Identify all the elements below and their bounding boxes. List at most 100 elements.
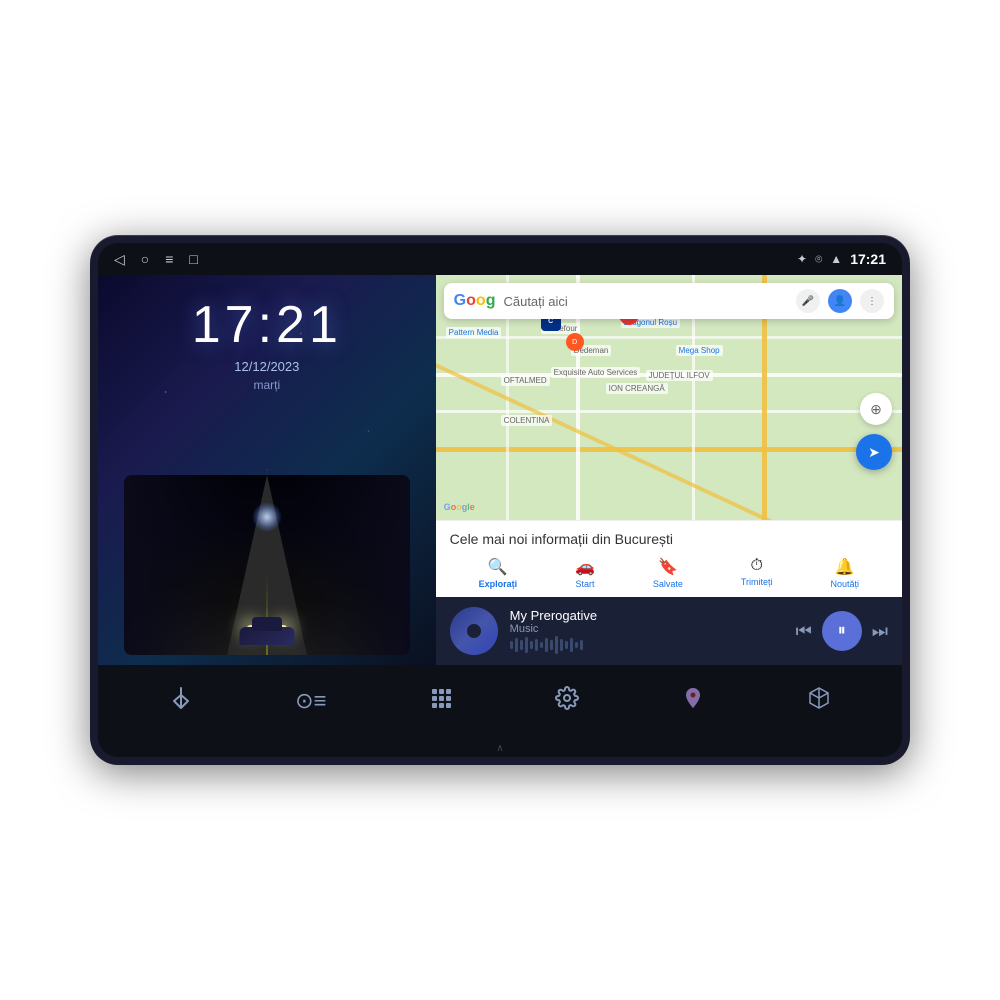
wave-bar-8 — [545, 638, 548, 652]
map-label-mega: Mega Shop — [676, 345, 723, 356]
music-subtitle: Music — [510, 623, 784, 635]
next-button[interactable]: ⏭ — [872, 621, 888, 642]
pause-icon: ⏸ — [838, 622, 846, 640]
bottom-dock: ⊙≡ — [98, 665, 902, 737]
map-info-title: Cele mai noi informații din București — [450, 531, 888, 547]
dock-cube[interactable] — [795, 678, 843, 725]
map-label-oftalmed: OFTALMED — [501, 375, 550, 386]
wave-bar-15 — [580, 640, 583, 650]
prev-button[interactable]: ⏮ — [796, 621, 812, 642]
music-controls: ⏮ ⏸ ⏭ — [796, 611, 888, 651]
apps-grid-icon — [429, 686, 453, 717]
lock-day: marți — [254, 378, 281, 392]
device-screen: ◁ ○ ≡ □ ✦ ⌾ ▲ 17:21 17:21 12/12/2023 mar… — [98, 243, 902, 757]
radio-icon: ⊙≡ — [295, 688, 326, 714]
wave-bar-6 — [535, 639, 538, 651]
wave-bar-12 — [565, 641, 568, 649]
map-search-bar[interactable]: Goog Căutați aici 🎤 👤 ⋮ — [444, 283, 894, 319]
dock-maps[interactable] — [669, 678, 717, 725]
search-input[interactable]: Căutați aici — [503, 294, 788, 309]
chevron-up-icon: ∧ — [496, 743, 503, 754]
tab-explorați[interactable]: 🔍 Explorați — [473, 555, 524, 591]
lock-screen-content: 17:21 12/12/2023 marți — [108, 295, 426, 655]
wave-bar-2 — [515, 638, 518, 652]
map-label-judet: JUDEȚUL ILFOV — [646, 370, 713, 381]
wave-bar-1 — [510, 641, 513, 649]
share-icon: ⏱ — [750, 557, 762, 575]
dock-chevron: ∧ — [98, 737, 902, 757]
home-button[interactable]: ○ — [141, 251, 149, 267]
music-waveform — [510, 635, 784, 655]
map-tabs: 🔍 Explorați 🚗 Start 🔖 Salvate ⏱ — [450, 555, 888, 591]
wave-bar-10 — [555, 636, 558, 654]
dock-settings[interactable] — [543, 678, 591, 725]
saved-icon: 🔖 — [658, 557, 678, 577]
tab-start[interactable]: 🚗 Start — [569, 555, 601, 591]
start-icon: 🚗 — [575, 557, 595, 577]
tab-noutăți-label: Noutăți — [830, 579, 859, 589]
wave-bar-4 — [525, 637, 528, 653]
dock-radio[interactable]: ⊙≡ — [283, 680, 338, 722]
nav-buttons: ◁ ○ ≡ □ — [114, 251, 198, 268]
cube-icon — [807, 686, 831, 717]
lock-screen-panel: 17:21 12/12/2023 marți — [98, 275, 436, 665]
dock-apps[interactable] — [417, 678, 465, 725]
back-button[interactable]: ◁ — [114, 251, 125, 268]
status-icons: ✦ ⌾ ▲ 17:21 — [797, 251, 886, 267]
screenshot-button[interactable]: □ — [189, 251, 197, 267]
tunnel-image — [124, 475, 410, 655]
google-maps-logo: Goog — [454, 292, 496, 310]
google-logo: Google — [444, 502, 475, 512]
wave-bar-11 — [560, 639, 563, 651]
wave-bar-5 — [530, 641, 533, 649]
dock-bluetooth[interactable] — [157, 678, 205, 725]
music-info: My Prerogative Music — [510, 608, 784, 655]
status-bar: ◁ ○ ≡ □ ✦ ⌾ ▲ 17:21 — [98, 243, 902, 275]
search-action-icons: 🎤 👤 ⋮ — [796, 289, 884, 313]
wave-bar-13 — [570, 638, 573, 652]
map-label-colentina: COLENTINA — [501, 415, 553, 426]
account-icon[interactable]: 👤 — [828, 289, 852, 313]
wave-bar-9 — [550, 640, 553, 650]
news-icon: 🔔 — [835, 557, 855, 577]
map-navigate-button[interactable]: ➤ — [856, 434, 892, 470]
play-pause-button[interactable]: ⏸ — [822, 611, 862, 651]
map-label-ion: ION CREANGĂ — [606, 383, 668, 394]
tab-salvate[interactable]: 🔖 Salvate — [647, 555, 689, 591]
maps-pin-icon — [681, 686, 705, 717]
map-area[interactable]: Pattern Media Carrefour Dragonul Roșu Me… — [436, 275, 902, 520]
map-label-pattern: Pattern Media — [446, 327, 502, 338]
tab-noutăți[interactable]: 🔔 Noutăți — [824, 555, 865, 591]
wave-bar-7 — [540, 642, 543, 648]
main-content: 17:21 12/12/2023 marți — [98, 275, 902, 665]
tab-trimiteți[interactable]: ⏱ Trimiteți — [735, 555, 779, 591]
explore-icon: 🔍 — [488, 557, 508, 577]
status-time: 17:21 — [850, 251, 886, 267]
tab-start-label: Start — [576, 579, 595, 589]
wave-bar-14 — [575, 642, 578, 648]
map-label-exquisite: Exquisite Auto Services — [551, 367, 641, 378]
tab-salvate-label: Salvate — [653, 579, 683, 589]
device-frame: ◁ ○ ≡ □ ✦ ⌾ ▲ 17:21 17:21 12/12/2023 mar… — [90, 235, 910, 765]
microphone-icon[interactable]: 🎤 — [796, 289, 820, 313]
grid-icon[interactable]: ⋮ — [860, 289, 884, 313]
signal-icon: ▲ — [830, 252, 842, 266]
lock-time: 17:21 — [192, 295, 342, 355]
menu-button[interactable]: ≡ — [165, 251, 173, 267]
crosshair-icon: ⊕ — [870, 401, 882, 418]
music-player: My Prerogative Music — [436, 597, 902, 665]
wifi-icon: ⌾ — [815, 252, 822, 267]
wave-bar-3 — [520, 640, 523, 650]
right-panel: Pattern Media Carrefour Dragonul Roșu Me… — [436, 275, 902, 665]
bluetooth-icon — [169, 686, 193, 717]
settings-gear-icon — [555, 686, 579, 717]
navigate-icon: ➤ — [868, 444, 880, 461]
album-art — [450, 607, 498, 655]
tab-trimiteți-label: Trimiteți — [741, 577, 773, 587]
music-title: My Prerogative — [510, 608, 784, 623]
map-location-button[interactable]: ⊕ — [860, 393, 892, 425]
bluetooth-icon: ✦ — [797, 252, 807, 266]
dedeman-pin: D — [566, 333, 584, 351]
tab-explorați-label: Explorați — [479, 579, 518, 589]
map-info-panel: Cele mai noi informații din București 🔍 … — [436, 520, 902, 597]
